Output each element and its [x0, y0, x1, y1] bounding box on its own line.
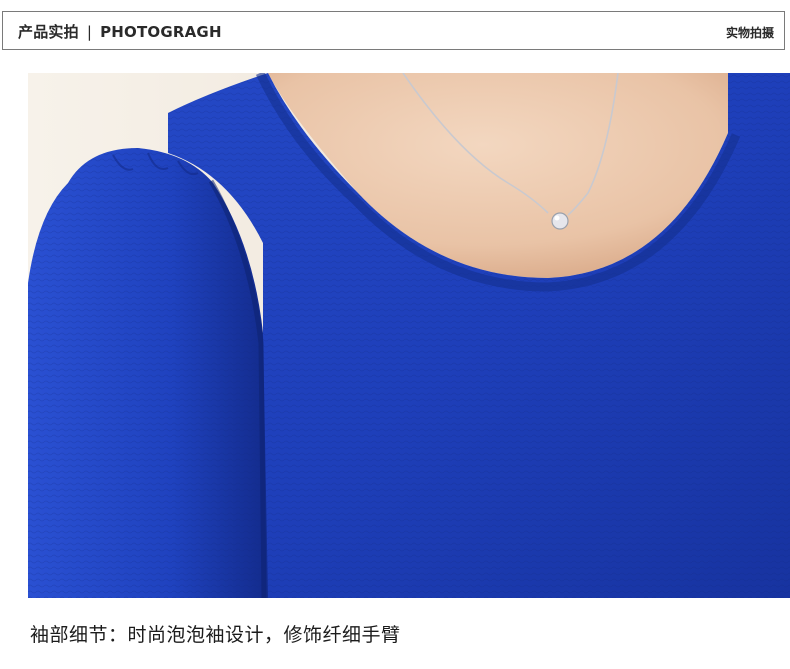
title-separator: | [86, 23, 93, 41]
section-header: 产品实拍 | PHOTOGRAGH 实物拍摄 [2, 11, 785, 50]
section-tag: 实物拍摄 [725, 26, 774, 40]
product-photo-illustration [28, 73, 790, 598]
necklace-pendant [551, 212, 569, 230]
product-photo [28, 73, 790, 598]
section-title-en: PHOTOGRAGH [100, 23, 222, 41]
detail-caption: 袖部细节：时尚泡泡袖设计，修饰纤细手臂 [30, 624, 401, 646]
section-title: 产品实拍 | PHOTOGRAGH [18, 21, 222, 42]
section-title-cn: 产品实拍 [18, 23, 79, 41]
